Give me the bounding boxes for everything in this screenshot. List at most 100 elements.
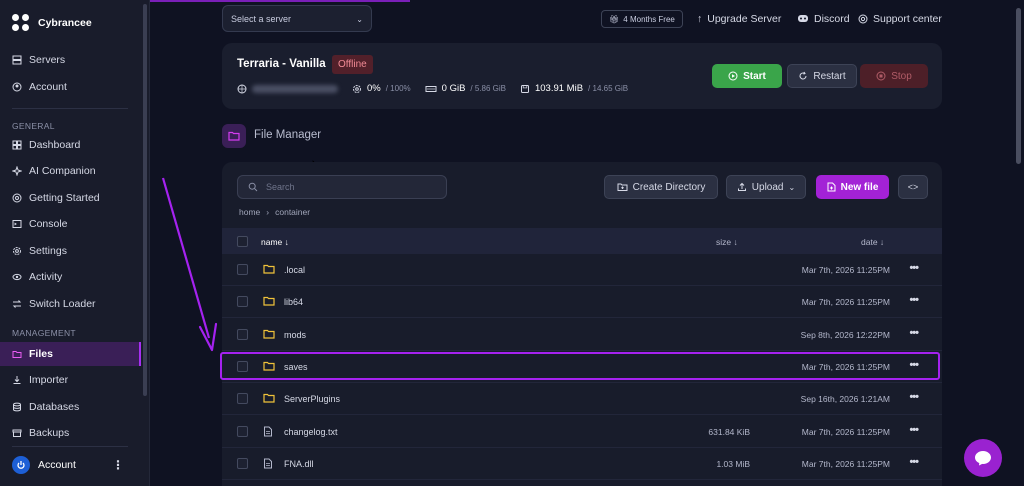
discord-icon [798, 15, 808, 22]
file-date: Mar 7th, 2026 11:25PM [801, 297, 890, 307]
server-name: Terraria - Vanilla [237, 58, 326, 70]
table-row[interactable]: lib64 Mar 7th, 2026 11:25PM ••• [222, 286, 942, 318]
more-options-icon[interactable]: ••• [909, 391, 919, 403]
sidebar-item-databases[interactable]: Databases [12, 399, 79, 415]
search-input[interactable] [266, 182, 436, 192]
sidebar-item-label: Databases [29, 401, 80, 413]
file-plus-icon [827, 182, 836, 192]
create-directory-button[interactable]: Create Directory [604, 175, 718, 199]
account-menu[interactable]: Account [12, 456, 76, 474]
row-checkbox[interactable] [237, 393, 248, 404]
table-row[interactable]: mods Sep 8th, 2026 12:22PM ••• [222, 319, 942, 351]
folder-plus-icon [617, 183, 628, 191]
discord-label: Discord [814, 13, 850, 25]
stop-button[interactable]: Stop [860, 64, 928, 88]
folder-icon [263, 296, 275, 306]
support-center-link[interactable]: Support center [858, 13, 942, 25]
table-header: name ↓ size ↓ date ↓ [222, 228, 942, 254]
restart-button[interactable]: Restart [787, 64, 857, 88]
support-label: Support center [873, 13, 942, 25]
file-date: Sep 8th, 2026 12:22PM [800, 330, 890, 340]
code-toggle-button[interactable]: <> [898, 175, 928, 199]
sidebar-item-label: Importer [29, 374, 69, 386]
file-name: mods [284, 330, 307, 340]
start-label: Start [743, 70, 766, 82]
play-icon [728, 71, 738, 81]
promo-badge-label: 4 Months Free [623, 14, 675, 24]
saves-row-highlight [220, 352, 940, 380]
column-date[interactable]: date ↓ [861, 237, 884, 247]
cpu-max: / 100% [385, 84, 411, 93]
table-row[interactable]: changelog.txt 631.84 KiB Mar 7th, 2026 1… [222, 416, 942, 448]
file-name: ServerPlugins [284, 394, 341, 404]
cpu-icon [353, 84, 361, 93]
discord-link[interactable]: Discord [797, 13, 850, 25]
server-address [237, 84, 338, 94]
disk-value: 103.91 MiB [534, 83, 584, 94]
row-checkbox[interactable] [237, 426, 248, 437]
code-icon: <> [907, 182, 919, 192]
restart-icon [799, 71, 807, 80]
account-label: Account [38, 459, 76, 471]
breadcrumb-home[interactable]: home [239, 207, 260, 217]
more-options-icon[interactable]: ••• [909, 456, 919, 468]
new-file-button[interactable]: New file [816, 175, 889, 199]
upload-button[interactable]: Upload ⌄ [726, 175, 806, 199]
row-checkbox[interactable] [237, 458, 248, 469]
upgrade-server-link[interactable]: ↑ Upgrade Server [697, 13, 781, 25]
folder-icon [263, 264, 275, 274]
arrow-up-icon: ↑ [697, 13, 703, 25]
cpu-stat: 0% / 100% [352, 83, 411, 94]
more-options-icon[interactable]: ••• [909, 294, 919, 306]
chevron-down-icon: ⌄ [788, 182, 796, 192]
kebab-menu-icon[interactable]: ⋮ [112, 458, 124, 472]
column-size[interactable]: size ↓ [716, 237, 738, 247]
support-icon [858, 14, 868, 24]
more-options-icon[interactable]: ••• [909, 424, 919, 436]
memory-icon [425, 85, 437, 92]
file-name: lib64 [284, 297, 304, 307]
chevron-down-icon: ⌄ [356, 15, 363, 24]
column-name[interactable]: name ↓ [261, 237, 289, 247]
sidebar-item-backups[interactable]: Backups [12, 425, 69, 441]
chevron-right-icon: › [266, 207, 270, 217]
table-row[interactable]: .local Mar 7th, 2026 11:25PM ••• [222, 254, 942, 286]
stop-label: Stop [891, 70, 912, 82]
server-select-placeholder: Select a server [231, 14, 292, 24]
sidebar-item-importer[interactable]: Importer [12, 372, 68, 388]
file-name: changelog.txt [284, 427, 338, 437]
main-scrollbar[interactable] [1016, 8, 1021, 164]
more-options-icon[interactable]: ••• [909, 327, 919, 339]
new-file-label: New file [840, 181, 879, 193]
importer-icon [13, 376, 21, 384]
blurred-ip-address [252, 84, 338, 93]
folder-icon [263, 393, 275, 403]
file-size: 631.84 KiB [708, 427, 750, 437]
table-row[interactable]: FNA.dll 1.03 MiB Mar 7th, 2026 11:25PM •… [222, 448, 942, 480]
breadcrumb-container[interactable]: container [275, 207, 310, 217]
server-select[interactable]: Select a server ⌄ [222, 5, 372, 32]
search-icon [248, 182, 258, 192]
disk-max: / 14.65 GiB [588, 84, 629, 93]
promo-badge[interactable]: 🎁︎ 4 Months Free [601, 10, 683, 28]
search-box[interactable] [237, 175, 447, 199]
file-name: .local [284, 265, 306, 275]
start-button[interactable]: Start [712, 64, 782, 88]
chat-button[interactable] [964, 439, 1002, 477]
restart-label: Restart [813, 70, 846, 82]
more-options-icon[interactable]: ••• [909, 262, 919, 274]
disk-stat: 103.91 MiB / 14.65 GiB [520, 83, 628, 94]
folder-icon [263, 329, 275, 339]
page-title: File Manager [254, 129, 322, 141]
table-row[interactable]: ServerPlugins Sep 16th, 2026 1:21AM ••• [222, 383, 942, 415]
upload-label: Upload [751, 181, 784, 193]
file-name: FNA.dll [284, 459, 314, 469]
server-stats: 0% / 100% 0 GiB / 5.86 GiB 103.91 MiB / … [237, 83, 628, 94]
create-directory-label: Create Directory [632, 181, 706, 193]
file-size: 1.03 MiB [716, 459, 750, 469]
memory-value: 0 GiB [441, 83, 466, 94]
status-badge: Offline [332, 55, 373, 74]
file-date: Mar 7th, 2026 11:25PM [801, 427, 890, 437]
disk-icon [520, 84, 529, 93]
chat-bubble-icon [975, 451, 991, 466]
